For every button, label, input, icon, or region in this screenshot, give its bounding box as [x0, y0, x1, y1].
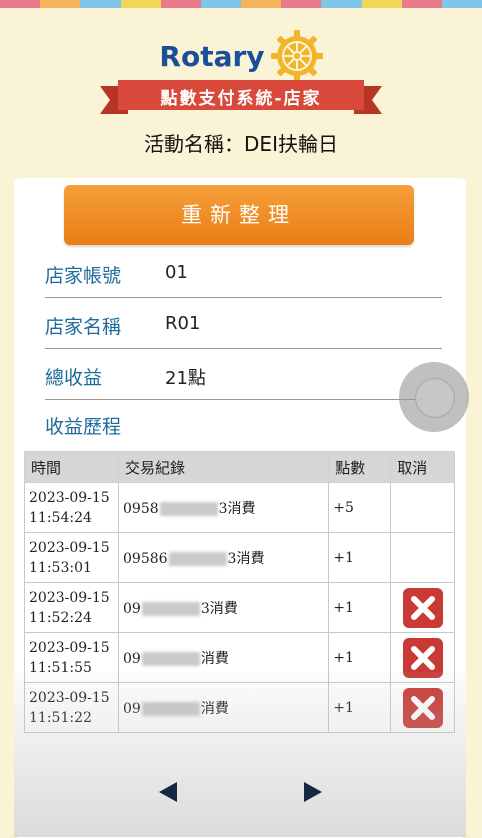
close-icon — [410, 695, 435, 720]
stripe-segment — [281, 0, 322, 8]
table-header-row: 時間 交易紀錄 點數 取消 — [24, 451, 455, 483]
record-prefix: 09 — [123, 700, 141, 717]
close-icon — [410, 595, 435, 620]
floating-button-inner — [415, 378, 455, 418]
record-prefix: 09 — [123, 600, 141, 617]
row-cancel-cell — [390, 532, 455, 583]
record-prefix: 09 — [123, 650, 141, 667]
floating-assistive-button[interactable] — [399, 362, 469, 432]
stripe-segment — [0, 0, 41, 8]
record-suffix: 3消費 — [200, 600, 238, 617]
stripe-segment — [321, 0, 362, 8]
stripe-segment — [160, 0, 201, 8]
stripe-segment — [241, 0, 282, 8]
account-row: 店家帳號 01 — [45, 249, 442, 298]
row-cancel-cell — [390, 682, 455, 733]
table-row: 2023-09-15 11:52:24 09 3消費 +1 — [24, 582, 455, 633]
row-record: 09 消費 — [117, 682, 330, 733]
record-suffix: 消費 — [200, 700, 229, 717]
stripe-segment — [200, 0, 242, 8]
rotary-wheel-icon — [270, 30, 323, 82]
account-value: 01 — [165, 262, 188, 283]
row-points: +1 — [328, 532, 392, 583]
total-row: 總收益 21點 — [45, 351, 442, 400]
table-row: 2023-09-15 11:54:24 0958 3消費 +5 — [24, 482, 455, 533]
row-clock: 11:51:22 — [29, 709, 92, 726]
row-cancel-cell — [390, 582, 455, 633]
redacted-phone-mask — [141, 651, 200, 666]
row-record: 0958 3消費 — [117, 482, 330, 533]
event-name: 活動名稱：DEI扶輪日 — [144, 132, 338, 156]
row-cancel-cell — [390, 632, 455, 683]
row-clock: 11:53:01 — [29, 559, 92, 576]
store-name-label: 店家名稱 — [45, 316, 122, 338]
stripe-segment — [361, 0, 402, 8]
record-suffix: 3消費 — [227, 550, 265, 567]
row-record: 09 消費 — [117, 632, 330, 683]
history-label: 收益歷程 — [45, 416, 122, 438]
row-time: 2023-09-15 11:54:24 — [24, 482, 119, 533]
row-points: +1 — [328, 682, 392, 733]
header-points: 點數 — [328, 451, 392, 483]
logo: Rotary — [0, 30, 482, 82]
table-row: 2023-09-15 11:53:01 09586 3消費 +1 — [24, 532, 455, 583]
top-color-stripe — [0, 0, 482, 8]
store-name-value: R01 — [165, 313, 201, 334]
stripe-segment — [441, 0, 482, 8]
record-suffix: 消費 — [200, 650, 229, 667]
row-date: 2023-09-15 — [29, 639, 110, 656]
row-clock: 11:52:24 — [29, 609, 92, 626]
row-points: +1 — [328, 582, 392, 633]
account-label: 店家帳號 — [45, 265, 122, 287]
cancel-transaction-button[interactable] — [402, 587, 443, 628]
row-date: 2023-09-15 — [29, 589, 110, 606]
redacted-phone-mask — [168, 551, 227, 566]
history-table: 時間 交易紀錄 點數 取消 2023-09-15 11:54:24 0958 3消費 +… — [24, 451, 455, 733]
total-label: 總收益 — [45, 367, 103, 389]
row-clock: 11:54:24 — [29, 509, 92, 526]
row-cancel-cell — [390, 482, 455, 533]
stripe-segment — [80, 0, 121, 8]
cancel-transaction-button[interactable] — [402, 687, 443, 728]
header-record: 交易紀錄 — [117, 451, 330, 483]
row-points: +5 — [328, 482, 392, 533]
row-date: 2023-09-15 — [29, 489, 110, 506]
redacted-phone-mask — [141, 701, 200, 716]
stripe-segment — [40, 0, 81, 8]
subtitle-text: 點數支付系統-店家 — [160, 89, 322, 109]
row-time: 2023-09-15 11:52:24 — [24, 582, 119, 633]
close-icon — [410, 645, 435, 670]
stripe-segment — [401, 0, 442, 8]
total-value: 21點 — [165, 368, 206, 389]
refresh-button[interactable]: 重新整理 — [64, 185, 414, 245]
row-time: 2023-09-15 11:51:22 — [24, 682, 119, 733]
redacted-phone-mask — [159, 501, 218, 516]
store-name-row: 店家名稱 R01 — [45, 300, 442, 349]
cancel-transaction-button[interactable] — [402, 637, 443, 678]
redacted-phone-mask — [141, 601, 200, 616]
row-clock: 11:51:55 — [29, 659, 92, 676]
prev-page-icon[interactable] — [157, 780, 179, 804]
logo-text: Rotary — [159, 39, 265, 73]
row-points: +1 — [328, 632, 392, 683]
stripe-segment — [120, 0, 161, 8]
row-time: 2023-09-15 11:53:01 — [24, 532, 119, 583]
table-row: 2023-09-15 11:51:55 09 消費 +1 — [24, 632, 455, 683]
record-prefix: 09586 — [123, 550, 168, 567]
row-date: 2023-09-15 — [29, 539, 110, 556]
table-row: 2023-09-15 11:51:22 09 消費 +1 — [24, 682, 455, 733]
record-prefix: 0958 — [123, 500, 159, 517]
header-cancel: 取消 — [390, 451, 455, 483]
header-time: 時間 — [24, 451, 119, 483]
row-date: 2023-09-15 — [29, 689, 110, 706]
row-record: 09 3消費 — [117, 582, 330, 633]
row-time: 2023-09-15 11:51:55 — [24, 632, 119, 683]
next-page-icon[interactable] — [302, 780, 324, 804]
record-suffix: 3消費 — [218, 500, 256, 517]
row-record: 09586 3消費 — [117, 532, 330, 583]
